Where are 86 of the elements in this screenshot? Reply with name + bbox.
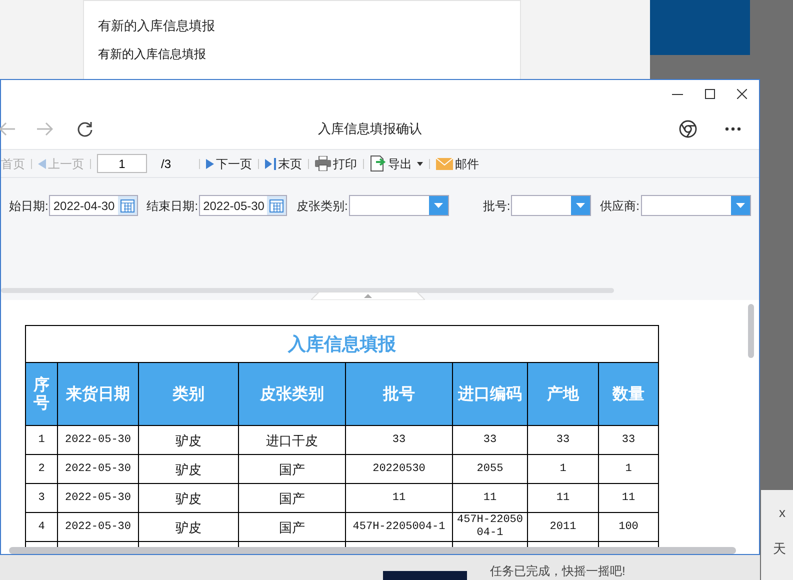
table-cell: 457H-2205004-1 [452,512,528,542]
table-cell: 驴皮 [138,426,238,454]
table-cell: 457H-2205004-1 [346,512,452,542]
caret-icon [576,203,586,208]
table-cell: 国产 [238,512,346,542]
filter-label: 结束日期: [146,198,198,214]
vertical-scrollbar[interactable] [748,304,754,358]
toolbar-button[interactable]: 打印 [315,154,358,172]
dropdown-field[interactable] [511,195,592,216]
table-cell: 1 [26,426,58,454]
table-cell: 33 [452,426,528,454]
page-number-field[interactable]: 1 [97,154,147,173]
table-cell: 20220530 [346,454,452,484]
date-field[interactable]: 2022-04-30 [49,195,138,216]
report-title: 入库信息填报 [26,326,658,362]
table-cell: 4 [26,512,58,542]
table-cell: 1 [528,454,598,484]
table-cell: 2022-05-30 [58,484,138,512]
calendar-icon[interactable] [267,196,286,215]
column-header: 序号 [26,362,58,426]
close-text[interactable]: x [779,503,786,522]
date-field[interactable]: 2022-05-30 [199,195,288,216]
status-text: 任务已完成，快摇一摇吧! [490,563,626,580]
notice-text: 有新的入库信息填报 [98,46,207,62]
table-cell: 驴皮 [138,512,238,542]
page-title: 入库信息填报确认 [318,120,422,138]
maximize-icon[interactable] [705,89,715,99]
filter-label: 始日期: [9,198,48,214]
forward-arrow-icon[interactable] [37,122,53,136]
toolbar-button[interactable]: 下一页 [206,154,252,172]
caret-icon [434,203,443,208]
column-header: 产地 [528,362,598,426]
table-cell: 100 [598,512,658,542]
refresh-icon[interactable] [77,120,93,136]
page-total: /3 [161,156,172,172]
table-cell: 国产 [238,454,346,484]
filter-label: 皮张类别: [296,198,348,214]
table-cell: 2022-05-30 [58,454,138,484]
table-cell: 2022-05-30 [58,512,138,542]
table-cell: 驴皮 [138,454,238,484]
filter-label: 批号: [482,198,510,214]
right-triangle-icon [206,158,214,168]
side-text: 天 [773,540,786,558]
export-file-icon [370,155,386,172]
caret-icon [417,162,424,166]
table-cell: 11 [452,484,528,512]
caret-icon [736,203,744,208]
printer-icon [315,156,332,171]
table-cell: 33 [598,426,658,454]
more-icon[interactable] [725,126,741,130]
table-cell: 3 [26,484,58,512]
back-arrow-icon[interactable] [0,122,15,136]
column-header: 进口编码 [452,362,528,426]
table-cell: 33 [346,426,452,454]
toolbar-button[interactable]: 末页 [265,154,302,172]
notice-title: 有新的入库信息填报 [98,17,216,35]
horizontal-scrollbar[interactable] [1,288,614,293]
table-cell: 2055 [452,454,528,484]
skip-end-icon [265,158,276,170]
table-cell: 11 [598,484,658,512]
table-cell: 11 [528,484,598,512]
column-header: 皮张类别 [238,362,346,426]
filter-label: 供应商: [600,198,640,214]
table-cell: 1 [598,454,658,484]
table-cell: 2011 [528,512,598,542]
toolbar-button[interactable]: 邮件 [436,154,480,172]
table-cell: 国产 [238,484,346,512]
column-header: 数量 [598,362,658,426]
column-header: 类别 [138,362,238,426]
column-header: 来货日期 [58,362,138,426]
table-cell: 驴皮 [138,484,238,512]
browser-logo-icon[interactable] [679,120,697,138]
table-cell: 进口干皮 [238,426,346,454]
dropdown-field[interactable] [348,195,449,216]
left-triangle-icon [38,158,46,168]
close-icon[interactable] [737,89,747,99]
table-cell: 2022-05-30 [58,426,138,454]
table-cell: 2 [26,454,58,484]
toolbar-button[interactable]: 导出 [370,154,424,172]
table-cell: 11 [346,484,452,512]
table-cell: 33 [528,426,598,454]
calendar-icon[interactable] [118,196,137,215]
horizontal-scrollbar[interactable] [9,547,736,554]
column-header: 批号 [346,362,452,426]
envelope-icon [436,158,454,170]
dropdown-field[interactable] [640,195,750,216]
